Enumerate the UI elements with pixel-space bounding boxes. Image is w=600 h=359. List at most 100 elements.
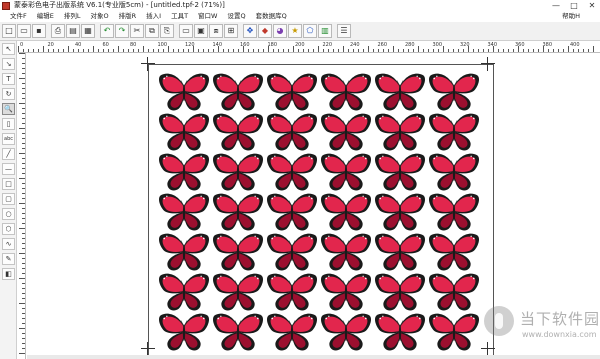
cut-button[interactable]: ✂ (130, 24, 144, 38)
butterfly-image[interactable] (158, 71, 210, 115)
table-button[interactable]: ⊞ (224, 24, 238, 38)
butterfly-image[interactable] (266, 151, 318, 195)
butterfly-image[interactable] (212, 271, 264, 315)
abc-tool[interactable]: abc (2, 133, 15, 145)
butterfly-image[interactable] (428, 191, 480, 235)
chart-button[interactable]: ▥ (318, 24, 332, 38)
menu-window[interactable]: 窗口W (198, 11, 217, 22)
text-tool[interactable]: T (2, 73, 15, 85)
ruler-tick (143, 46, 144, 52)
curve-tool[interactable]: ∿ (2, 238, 15, 250)
butterfly-image[interactable] (320, 191, 372, 235)
save-button[interactable]: ▪ (32, 24, 46, 38)
new-button[interactable]: □ (2, 24, 16, 38)
node-tool[interactable]: ↘ (2, 58, 15, 70)
butterfly-image[interactable] (212, 231, 264, 275)
roundrect-tool[interactable]: ▢ (2, 193, 15, 205)
butterfly-grid[interactable] (158, 71, 488, 359)
select-tool[interactable]: ↖ (2, 43, 15, 55)
butterfly-image[interactable] (428, 111, 480, 155)
butterfly-image[interactable] (158, 311, 210, 355)
butterfly-image[interactable] (266, 111, 318, 155)
menu-layout[interactable]: 排版R (119, 11, 137, 22)
butterfly-image[interactable] (320, 71, 372, 115)
print-preview-button[interactable]: ▤ (66, 24, 80, 38)
maximize-button[interactable]: □ (566, 0, 582, 11)
butterfly-image[interactable] (320, 271, 372, 315)
import-image-button[interactable]: ▣ (194, 24, 208, 38)
hline-tool[interactable]: — (2, 163, 15, 175)
menu-arrange[interactable]: 排列L (64, 11, 81, 22)
zoom-tool[interactable]: 🔍 (2, 103, 15, 115)
ruler-tick (22, 208, 25, 209)
ellipse-tool[interactable]: ○ (2, 208, 15, 220)
butterfly-image[interactable] (320, 311, 372, 355)
link-button[interactable]: ⧈ (209, 24, 223, 38)
butterfly-image[interactable] (158, 111, 210, 155)
menu-file[interactable]: 文件F (10, 11, 27, 22)
ruler-tick (22, 58, 25, 59)
butterfly-image[interactable] (266, 191, 318, 235)
butterfly-image[interactable] (158, 191, 210, 235)
polygon-tool[interactable]: ⬡ (2, 223, 15, 235)
line-tool[interactable]: ╱ (2, 148, 15, 160)
butterfly-image[interactable] (374, 111, 426, 155)
butterfly-image[interactable] (158, 151, 210, 195)
butterfly-image[interactable] (266, 271, 318, 315)
menu-help[interactable]: 帮助H (562, 11, 580, 22)
butterfly-image[interactable] (320, 231, 372, 275)
butterfly-image[interactable] (212, 311, 264, 355)
open-button[interactable]: ▭ (17, 24, 31, 38)
star-button[interactable]: ★ (288, 24, 302, 38)
print-button[interactable]: ⎙ (51, 24, 65, 38)
color-button[interactable]: ◆ (258, 24, 272, 38)
butterfly-image[interactable] (266, 231, 318, 275)
butterfly-image[interactable] (374, 191, 426, 235)
menu-edit[interactable]: 编辑E (37, 11, 54, 22)
undo-button[interactable]: ↶ (100, 24, 114, 38)
butterfly-image[interactable] (428, 71, 480, 115)
close-button[interactable]: ✕ (584, 0, 600, 11)
menu-insert[interactable]: 插入I (146, 11, 161, 22)
butterfly-image[interactable] (212, 191, 264, 235)
copy-button[interactable]: ⧉ (145, 24, 159, 38)
move-button[interactable]: ✥ (243, 24, 257, 38)
ruler-label: 320 (460, 42, 470, 48)
butterfly-image[interactable] (374, 271, 426, 315)
butterfly-image[interactable] (212, 71, 264, 115)
butterfly-image[interactable] (266, 311, 318, 355)
paste-button[interactable]: ⎘ (160, 24, 174, 38)
butterfly-image[interactable] (158, 231, 210, 275)
butterfly-image[interactable] (374, 231, 426, 275)
ruler-tick (273, 49, 274, 52)
butterfly-image[interactable] (374, 311, 426, 355)
menu-database[interactable]: 套数据库Q (256, 11, 287, 22)
minimize-button[interactable]: — (548, 0, 564, 11)
pen-tool[interactable]: ✎ (2, 253, 15, 265)
butterfly-image[interactable] (428, 231, 480, 275)
butterfly-image[interactable] (212, 111, 264, 155)
ruler-tick (538, 49, 539, 52)
ruler-tick (22, 293, 25, 294)
grid-button[interactable]: ☰ (337, 24, 351, 38)
menu-settings[interactable]: 设置Q (227, 11, 245, 22)
shape-button[interactable]: ⬠ (303, 24, 317, 38)
rect-tool[interactable]: □ (2, 178, 15, 190)
text-frame-button[interactable]: ▭ (179, 24, 193, 38)
butterfly-image[interactable] (374, 151, 426, 195)
redo-button[interactable]: ↷ (115, 24, 129, 38)
palette-button[interactable]: ◕ (273, 24, 287, 38)
butterfly-image[interactable] (374, 71, 426, 115)
butterfly-image[interactable] (212, 151, 264, 195)
menu-tools[interactable]: 工具T (171, 11, 188, 22)
butterfly-image[interactable] (320, 151, 372, 195)
butterfly-image[interactable] (428, 151, 480, 195)
fill-tool[interactable]: ◧ (2, 268, 15, 280)
rotate-tool[interactable]: ↻ (2, 88, 15, 100)
frame-tool[interactable]: ▯ (2, 118, 15, 130)
butterfly-image[interactable] (158, 271, 210, 315)
output-button[interactable]: ▦ (81, 24, 95, 38)
menu-object[interactable]: 对象O (90, 11, 108, 22)
butterfly-image[interactable] (320, 111, 372, 155)
butterfly-image[interactable] (266, 71, 318, 115)
